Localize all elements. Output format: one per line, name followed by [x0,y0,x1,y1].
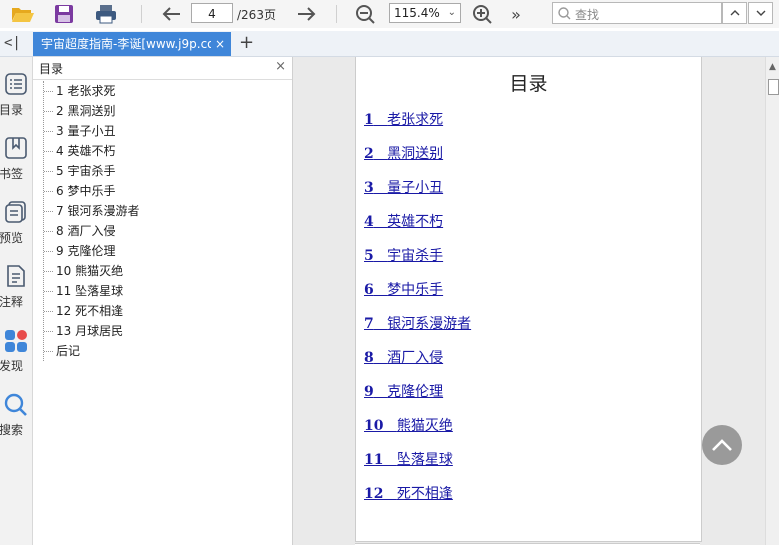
search-icon [558,7,571,20]
chapter-link[interactable]: 3 量子小丑 [364,177,443,197]
rail-label: 注释 [0,295,24,309]
back-to-top-button[interactable] [702,425,742,465]
page-total: /263页 [237,8,276,22]
toc-header: 目录 × [33,57,292,80]
zoom-in-icon[interactable] [469,2,495,26]
chevron-up-icon [712,439,732,451]
toc-item[interactable]: 3 量子小丑 [44,121,139,141]
save-icon[interactable] [51,2,77,26]
side-rail: 目录 书签 预览 注释 发现 搜索 [0,57,33,545]
page-heading: 目录 [509,73,548,95]
back-arrow-icon[interactable] [158,2,184,26]
rail-label: 书签 [0,167,24,181]
chapter-link[interactable]: 10 熊猫灭绝 [364,415,453,435]
tab-title: 宇宙超度指南-李诞[www.j9p.co [41,37,211,51]
document-page: 目录 1 老张求死 2 黑洞送别 3 量子小丑 4 英雄不朽 5 宇宙杀手 6 … [355,57,702,542]
zoom-select[interactable]: 115.4% ⌄ [389,3,461,23]
rail-label: 发现 [0,359,24,373]
zoom-out-icon[interactable] [352,2,378,26]
toc-list: 1 老张求死 2 黑洞送别 3 量子小丑 4 英雄不朽 5 宇宙杀手 6 梦中乐… [43,81,139,361]
toc-item[interactable]: 6 梦中乐手 [44,181,139,201]
chapter-link[interactable]: 7 银河系漫游者 [364,313,471,333]
toc-item[interactable]: 5 宇宙杀手 [44,161,139,181]
search-input[interactable]: 查找 [552,2,722,24]
chapter-link[interactable]: 8 酒厂入侵 [364,347,443,367]
toc-item[interactable]: 后记 [44,341,139,361]
toc-item[interactable]: 13 月球居民 [44,321,139,341]
toc-item[interactable]: 8 酒厂入侵 [44,221,139,241]
chapter-link[interactable]: 1 老张求死 [364,109,443,129]
chapter-link[interactable]: 4 英雄不朽 [364,211,443,231]
rail-label: 预览 [0,231,24,245]
chevron-up-icon [730,10,739,16]
more-icon[interactable]: » [503,2,529,26]
search-prev-button[interactable] [722,2,747,24]
toc-title: 目录 [39,62,64,76]
chapter-link[interactable]: 11 坠落星球 [364,449,453,469]
toc-item[interactable]: 4 英雄不朽 [44,141,139,161]
toc-item[interactable]: 1 老张求死 [44,81,139,101]
rail-item-toc[interactable]: 目录 [0,73,32,117]
search-placeholder: 查找 [575,8,600,22]
chevron-down-icon: ⌄ [447,7,456,18]
new-tab-button[interactable]: + [239,32,254,53]
list-icon [5,73,27,95]
toc-item[interactable]: 10 熊猫灭绝 [44,261,139,281]
zoom-value: 115.4% [394,6,440,20]
print-icon[interactable] [93,2,119,26]
toolbar-divider [141,5,142,23]
rail-item-preview[interactable]: 预览 [0,201,32,245]
preview-icon [5,201,26,223]
chevron-down-icon [756,10,765,16]
discover-icon [5,330,27,352]
bookmark-icon [5,137,27,159]
toc-item[interactable]: 2 黑洞送别 [44,101,139,121]
vertical-scrollbar[interactable]: ▲ [765,57,779,545]
collapse-sidebar-icon[interactable]: <| [4,35,21,51]
rail-item-annotations[interactable]: 注释 [0,265,32,309]
rail-item-bookmarks[interactable]: 书签 [0,137,32,181]
annotation-icon [7,265,25,287]
toolbar: 4 /263页 115.4% ⌄ » 查找 [0,0,779,28]
chapter-link[interactable]: 12 死不相逢 [364,483,453,503]
chapter-link[interactable]: 6 梦中乐手 [364,279,443,299]
forward-arrow-icon[interactable] [294,2,320,26]
scroll-up-icon[interactable]: ▲ [769,62,776,72]
toc-item[interactable]: 11 坠落星球 [44,281,139,301]
rail-item-discover[interactable]: 发现 [0,329,32,373]
rail-label: 目录 [0,103,24,117]
document-viewport[interactable]: 目录 1 老张求死 2 黑洞送别 3 量子小丑 4 英雄不朽 5 宇宙杀手 6 … [293,57,765,546]
chapter-link[interactable]: 9 克隆伦理 [364,381,443,401]
search-next-button[interactable] [748,2,773,24]
close-icon[interactable]: × [215,32,225,56]
page-number-input[interactable]: 4 [191,3,233,23]
document-tab[interactable]: 宇宙超度指南-李诞[www.j9p.co × [33,32,231,56]
search-icon [4,393,27,416]
toc-item[interactable]: 12 死不相逢 [44,301,139,321]
open-folder-icon[interactable] [10,2,36,26]
chapter-link[interactable]: 5 宇宙杀手 [364,245,443,265]
close-icon[interactable]: × [275,59,286,74]
toc-item[interactable]: 9 克隆伦理 [44,241,139,261]
chapter-link[interactable]: 2 黑洞送别 [364,143,443,163]
toolbar-divider [336,5,337,23]
scroll-thumb[interactable] [768,79,779,95]
toc-item[interactable]: 7 银河系漫游者 [44,201,139,221]
tab-bar: <| 宇宙超度指南-李诞[www.j9p.co × + [0,31,779,57]
toc-panel: 目录 × 1 老张求死 2 黑洞送别 3 量子小丑 4 英雄不朽 5 宇宙杀手 … [33,57,293,545]
rail-label: 搜索 [0,423,24,437]
rail-item-search[interactable]: 搜索 [0,393,32,437]
